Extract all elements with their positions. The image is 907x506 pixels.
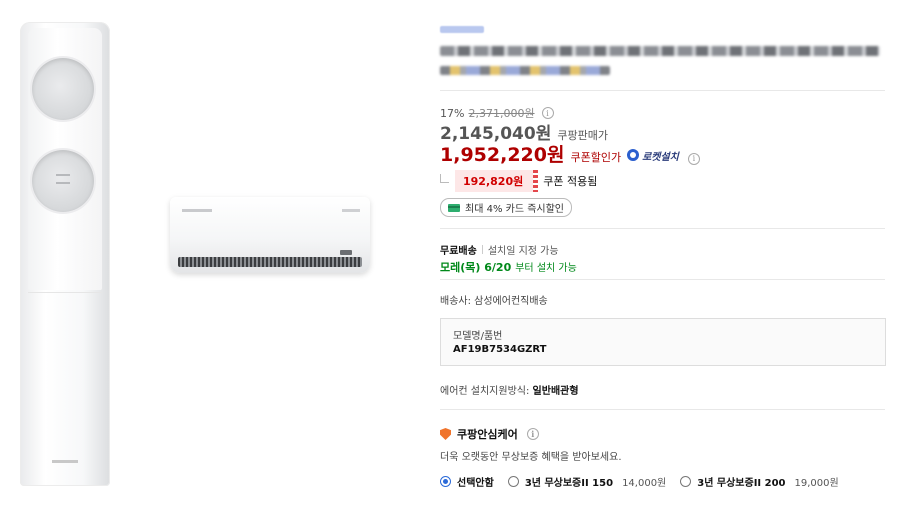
coupon-price-row: 1,952,220원 쿠폰할인가 로켓설치 i [440,140,700,167]
shipping-row: 무료배송 설치일 지정 가능 [440,242,559,257]
info-icon[interactable]: i [526,428,539,440]
coupon-applied-text: 쿠폰 적용됨 [543,175,598,188]
coupang-care-title: 쿠팡안심케어 [457,428,518,441]
radio-button[interactable] [680,476,692,487]
free-shipping-label: 무료배송 [440,246,477,257]
shipper-info: 배송사: 삼성에어컨직배송 [440,296,548,307]
coupang-care-header: 쿠팡안심케어 i [440,426,539,442]
divider [440,409,885,410]
info-icon[interactable]: i [687,152,700,165]
wall-ac-vent [178,257,362,267]
care-option-none[interactable]: 선택안함 [440,474,494,489]
care-option-3yr-150[interactable]: 3년 무상보증II 150 14,000원 [507,474,667,489]
product-title-blurred-line2 [440,66,610,75]
coupon-applied-row: 192,820원 쿠폰 적용됨 [440,170,597,192]
install-method-label: 에어컨 설치지원방식: [440,386,530,397]
radio-button[interactable] [507,476,519,487]
stand-air-conditioner-image [20,22,110,486]
care-option-label: 선택안함 [457,478,494,489]
credit-card-icon [448,203,460,212]
model-value: AF19B7534GZRT [453,344,547,355]
wall-air-conditioner-image [170,197,370,273]
coupon-amount-tag[interactable]: 192,820원 [455,170,539,192]
stand-ac-upper-fan [32,58,94,120]
product-title-blurred [440,46,880,56]
divider [440,228,885,229]
info-icon[interactable]: i [541,107,554,119]
install-method-value: 일반배관형 [532,386,579,397]
care-option-3yr-200[interactable]: 3년 무상보증II 200 19,000원 [680,474,839,489]
radio-button[interactable] [440,476,451,487]
card-discount-label: 최대 4% 카드 즉시할인 [465,204,565,215]
stand-ac-lower-fan [32,150,94,212]
care-option-price: 14,000원 [622,478,667,489]
install-date-option: 설치일 지정 가능 [487,246,559,257]
brand-link-blurred[interactable] [440,26,484,33]
coupon-price-label: 쿠폰할인가 [570,151,622,164]
stand-ac-logo [52,460,78,463]
rocket-install-label: 로켓설치 [642,151,679,163]
install-method: 에어컨 설치지원방식: 일반배관형 [440,382,579,397]
coupang-care-description: 더욱 오랫동안 무상보증 혜택을 받아보세요. [440,452,622,463]
model-label: 모델명/품번 [453,331,503,342]
care-option-label: 3년 무상보증II 200 [697,478,786,489]
divider [440,279,885,280]
model-number-box: 모델명/품번 AF19B7534GZRT [440,318,886,366]
arrival-date: 모레(목) 6/20 [440,261,512,274]
rocket-install-badge: 로켓설치 [627,148,679,163]
care-option-label: 3년 무상보증II 150 [524,478,614,489]
wall-ac-display [340,250,352,255]
shield-icon [440,428,451,440]
coupon-price: 1,952,220원 [440,144,565,166]
care-option-group: 선택안함 3년 무상보증II 150 14,000원 3년 무상보증II 200… [440,474,853,489]
divider [440,90,885,91]
rocket-install-icon [627,149,640,161]
arrival-suffix: 부터 설치 가능 [515,263,577,274]
care-option-price: 19,000원 [794,478,839,489]
card-discount-pill[interactable]: 최대 4% 카드 즉시할인 [440,198,573,217]
arrival-row: 모레(목) 6/20 부터 설치 가능 [440,259,577,275]
tree-connector [440,173,449,183]
discount-rate: 17% [440,106,465,120]
wall-ac-logo [182,209,212,212]
